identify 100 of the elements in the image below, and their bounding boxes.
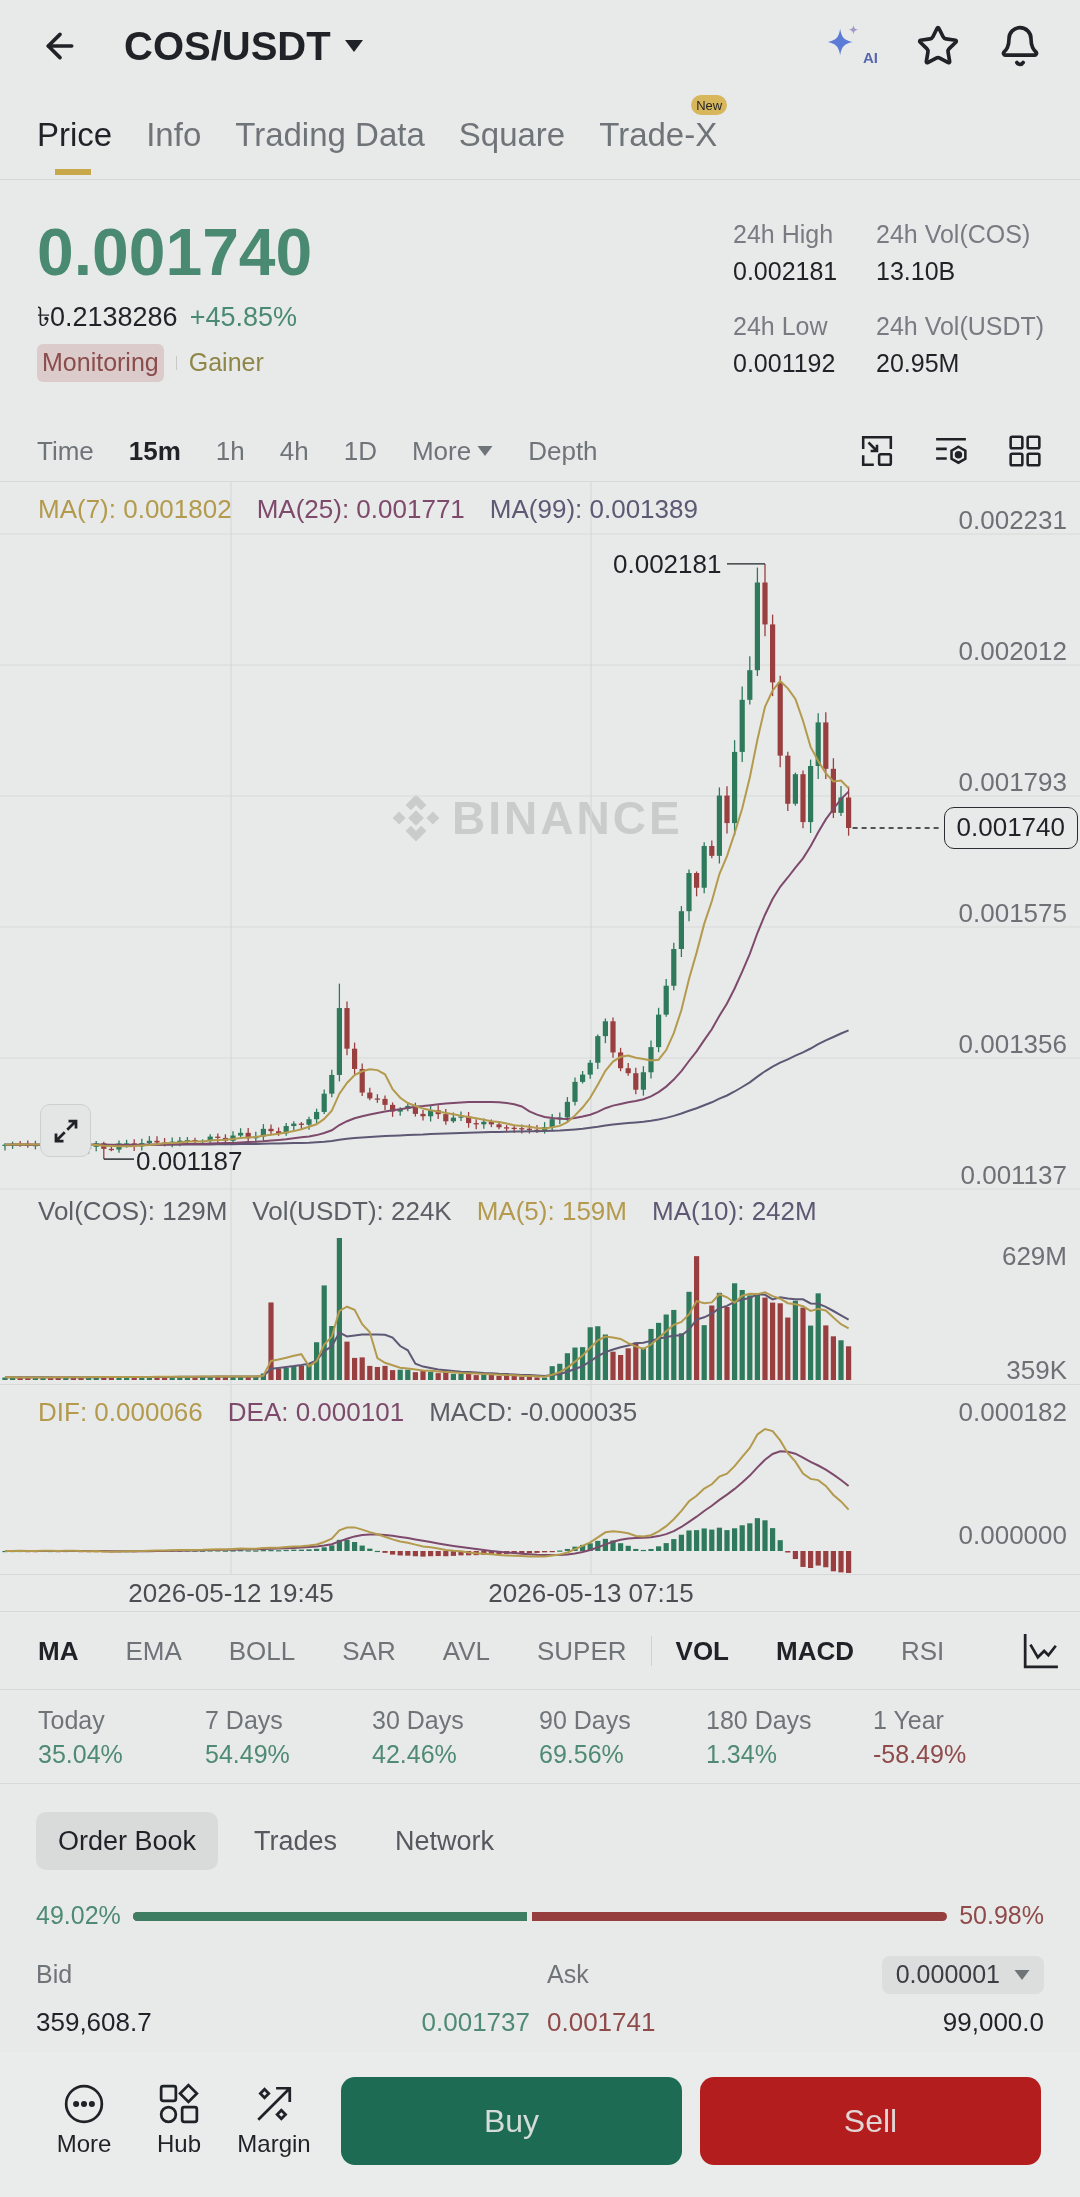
- caret-icon: [477, 445, 494, 456]
- price-axis-label: 0.001575: [958, 897, 1067, 930]
- indicator-tab[interactable]: AVL: [442, 1633, 490, 1668]
- period-label: 30 Days: [372, 1704, 465, 1736]
- status-tag: Monitoring: [37, 344, 164, 382]
- section-tab[interactable]: Order Book: [36, 1812, 219, 1870]
- moving-average-value: MA(99): 0.001389: [489, 493, 698, 526]
- bottom-nav-item[interactable]: Hub: [139, 2082, 219, 2159]
- high-price-label: 0.002181: [613, 547, 722, 581]
- indicator-tab[interactable]: EMA: [125, 1633, 182, 1668]
- ai-assistant-button[interactable]: AI: [824, 23, 878, 69]
- last-price-tag: 0.001740: [943, 806, 1078, 849]
- section-tab[interactable]: Network: [373, 1812, 517, 1870]
- period-label: 90 Days: [539, 1704, 632, 1736]
- price-axis-label: 0.002231: [958, 504, 1067, 537]
- interval-tab[interactable]: 4h: [279, 433, 309, 468]
- high-price-leader-line: [726, 563, 766, 565]
- new-badge: New: [691, 95, 728, 115]
- volume-legend-value: MA(5): 159M: [476, 1195, 627, 1228]
- period-change: 69.56%: [539, 1738, 625, 1770]
- period-label: 1 Year: [873, 1704, 945, 1736]
- macd-legend-value: MACD: -0.000035: [429, 1396, 638, 1429]
- fiat-price: ৳0.2138286: [37, 301, 178, 334]
- ellipsis-circle-icon: [63, 2082, 105, 2125]
- ask-price: 0.001741: [547, 2006, 656, 2038]
- stat-value: 0.001192: [733, 348, 837, 379]
- line-chart-icon[interactable]: [1022, 1631, 1060, 1670]
- stat-value: 20.95M: [876, 348, 961, 379]
- indicator-tab[interactable]: RSI: [901, 1633, 945, 1668]
- column-header: Ask: [547, 1959, 589, 1991]
- price-axis-label: 0.001137: [960, 1159, 1067, 1192]
- price-axis-label: 0.002012: [958, 635, 1067, 668]
- stat-label: 24h High: [733, 219, 835, 250]
- period-change: -58.49%: [873, 1738, 968, 1770]
- bid-price: 0.001737: [421, 2006, 530, 2038]
- last-price: 0.001740: [37, 216, 313, 288]
- period-label: 7 Days: [205, 1704, 284, 1736]
- section-tab[interactable]: Trades: [232, 1812, 360, 1870]
- arrow-square-icon[interactable]: [860, 433, 894, 468]
- indicator-tab[interactable]: MACD: [776, 1633, 854, 1668]
- caret-icon: [1014, 1970, 1030, 1980]
- stat-label: 24h Vol(COS): [876, 219, 1032, 250]
- bid-amount: 359,608.7: [36, 2006, 152, 2038]
- volume-axis-label: 629M: [1001, 1240, 1067, 1273]
- sell-button[interactable]: Sell: [700, 2076, 1041, 2165]
- interval-tab[interactable]: Time: [37, 433, 94, 468]
- indicator-tab[interactable]: BOLL: [228, 1633, 296, 1668]
- stat-label: 24h Low: [733, 311, 829, 342]
- buy-button[interactable]: Buy: [341, 2076, 682, 2165]
- period-change: 35.04%: [38, 1738, 124, 1770]
- period-change: 54.49%: [205, 1738, 291, 1770]
- indicator-tab[interactable]: MA: [38, 1633, 79, 1668]
- low-price-leader-line: [103, 1158, 135, 1160]
- moving-average-value: MA(7): 0.001802: [38, 493, 232, 526]
- column-header: Bid: [36, 1959, 74, 1991]
- pair-selector[interactable]: COS/USDT: [124, 22, 363, 70]
- precision-dropdown[interactable]: 0.000001: [881, 1956, 1044, 1994]
- shapes-grid-icon: [158, 2082, 200, 2125]
- indicator-tab[interactable]: SUPER: [536, 1633, 627, 1668]
- indicator-tab[interactable]: VOL: [675, 1633, 729, 1668]
- interval-tab[interactable]: Depth: [528, 433, 598, 468]
- tab[interactable]: Info: [146, 117, 202, 179]
- price-axis-label: 0.001356: [958, 1028, 1067, 1061]
- period-label: Today: [38, 1704, 106, 1736]
- stat-label: 24h Vol(USDT): [876, 311, 1046, 342]
- bid-ratio-label: 49.02%: [36, 1900, 121, 1932]
- tab[interactable]: Square: [458, 117, 566, 179]
- period-change: 42.46%: [372, 1738, 458, 1770]
- stat-value: 13.10B: [876, 256, 957, 287]
- macd-legend-value: DIF: 0.000066: [38, 1396, 203, 1429]
- interval-tab[interactable]: More: [411, 433, 494, 468]
- volume-legend-value: MA(10): 242M: [651, 1195, 817, 1228]
- tab[interactable]: Trade-X: [599, 117, 718, 179]
- grid-icon[interactable]: [1008, 433, 1042, 468]
- indicator-tab[interactable]: SAR: [342, 1633, 396, 1668]
- bottom-nav-item[interactable]: Margin: [234, 2082, 314, 2159]
- volume-axis-label: 359K: [1006, 1354, 1067, 1387]
- tab[interactable]: Trading Data: [235, 117, 425, 179]
- macd-axis-label: 0.000000: [958, 1519, 1067, 1552]
- low-price-label: 0.001187: [136, 1146, 243, 1177]
- interval-tab[interactable]: 1D: [343, 433, 377, 468]
- tab[interactable]: Price: [37, 117, 113, 179]
- interval-tab[interactable]: 1h: [215, 433, 245, 468]
- volume-legend-value: Vol(USDT): 224K: [252, 1195, 452, 1228]
- macd-legend-value: DEA: 0.000101: [227, 1396, 405, 1429]
- stat-value: 0.002181: [733, 256, 839, 287]
- ask-ratio-label: 50.98%: [959, 1900, 1044, 1932]
- ask-amount: 99,000.0: [942, 2006, 1044, 2038]
- status-tag: Gainer: [188, 344, 264, 382]
- period-change: 1.34%: [706, 1738, 778, 1770]
- expand-button[interactable]: [40, 1104, 91, 1157]
- interval-tab[interactable]: 15m: [128, 433, 181, 468]
- macd-axis-label: 0.000182: [958, 1396, 1067, 1429]
- moving-average-value: MA(25): 0.001771: [256, 493, 465, 526]
- period-label: 180 Days: [706, 1704, 813, 1736]
- volume-legend-value: Vol(COS): 129M: [38, 1195, 228, 1228]
- time-axis-label: 2026-05-13 07:15: [488, 1577, 694, 1610]
- caret-icon: [344, 40, 363, 52]
- price-axis-label: 0.001793: [958, 766, 1067, 799]
- bottom-nav-item[interactable]: More: [44, 2082, 124, 2159]
